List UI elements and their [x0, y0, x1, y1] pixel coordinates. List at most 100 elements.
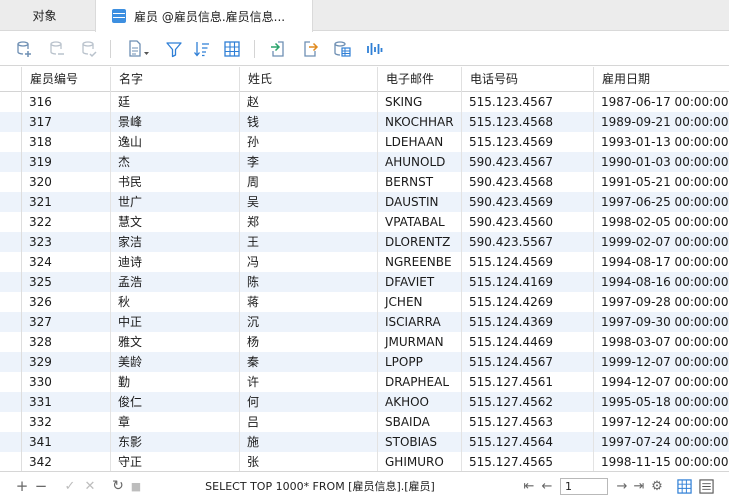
first-page-button[interactable]: ⇤ — [521, 477, 537, 495]
table-cell[interactable]: 328 — [22, 332, 110, 352]
table-cell[interactable]: 320 — [22, 172, 110, 192]
table-cell[interactable]: 1997-07-24 00:00:00 — [593, 432, 729, 452]
table-cell[interactable]: BERNST — [377, 172, 461, 192]
table-cell[interactable]: 1993-01-13 00:00:00 — [593, 132, 729, 152]
table-cell[interactable]: 330 — [22, 372, 110, 392]
row-selector[interactable] — [0, 392, 22, 412]
row-selector[interactable] — [0, 232, 22, 252]
table-row[interactable]: 321 世广吴 DAUSTIN 590.423.4569 1997-06-25 00:0… — [0, 192, 729, 212]
row-selector[interactable] — [0, 252, 22, 272]
table-cell[interactable]: 杰 — [110, 152, 239, 172]
table-row[interactable]: 325 孟浩陈 DFAVIET 515.124.4169 1994-08-16 00:0… — [0, 272, 729, 292]
table-cell[interactable]: 雅文 — [110, 332, 239, 352]
table-cell[interactable]: DLORENTZ — [377, 232, 461, 252]
delete-record-button[interactable] — [46, 38, 68, 60]
delete-row-button[interactable]: − — [33, 477, 49, 495]
table-cell[interactable]: DAUSTIN — [377, 192, 461, 212]
table-cell[interactable]: 1998-03-07 00:00:00 — [593, 332, 729, 352]
table-cell[interactable]: 守正 — [110, 452, 239, 471]
table-cell[interactable]: 1994-12-07 00:00:00 — [593, 372, 729, 392]
row-selector[interactable] — [0, 272, 22, 292]
filter-button[interactable] — [163, 38, 185, 60]
table-row[interactable]: 342 守正张 GHIMURO 515.127.4565 1998-11-15 00:0… — [0, 452, 729, 471]
table-cell[interactable]: 景峰 — [110, 112, 239, 132]
table-cell[interactable]: 吕 — [239, 412, 377, 432]
table-cell[interactable]: 342 — [22, 452, 110, 471]
import-button[interactable] — [267, 38, 289, 60]
table-cell[interactable]: 515.127.4561 — [461, 372, 593, 392]
row-selector[interactable] — [0, 192, 22, 212]
table-cell[interactable]: 秦 — [239, 352, 377, 372]
table-cell[interactable]: 钱 — [239, 112, 377, 132]
form-view-toggle[interactable] — [697, 477, 715, 495]
add-record-button[interactable] — [13, 38, 35, 60]
apply-changes-button[interactable]: ✓ — [62, 477, 78, 495]
settings-button[interactable]: ⚙ — [649, 477, 665, 495]
row-selector[interactable] — [0, 332, 22, 352]
row-selector[interactable] — [0, 292, 22, 312]
table-cell[interactable]: 1999-02-07 00:00:00 — [593, 232, 729, 252]
table-cell[interactable]: 书民 — [110, 172, 239, 192]
table-cell[interactable]: JMURMAN — [377, 332, 461, 352]
table-cell[interactable]: 515.127.4563 — [461, 412, 593, 432]
column-header[interactable]: 雇员编号 — [22, 67, 110, 92]
table-cell[interactable]: 孙 — [239, 132, 377, 152]
table-cell[interactable]: 1997-12-24 00:00:00 — [593, 412, 729, 432]
sort-button[interactable] — [191, 38, 213, 60]
table-cell[interactable]: 341 — [22, 432, 110, 452]
discard-changes-button[interactable]: ✕ — [82, 477, 98, 495]
row-selector[interactable] — [0, 372, 22, 392]
table-cell[interactable]: GHIMURO — [377, 452, 461, 471]
table-cell[interactable]: 515.127.4564 — [461, 432, 593, 452]
table-cell[interactable]: 515.124.4469 — [461, 332, 593, 352]
table-cell[interactable]: JCHEN — [377, 292, 461, 312]
table-cell[interactable]: 逸山 — [110, 132, 239, 152]
table-row[interactable]: 326 秋蒋 JCHEN 515.124.4269 1997-09-28 00:00:0… — [0, 292, 729, 312]
table-cell[interactable]: 515.124.4567 — [461, 352, 593, 372]
table-cell[interactable]: 俊仁 — [110, 392, 239, 412]
table-cell[interactable]: 1997-06-25 00:00:00 — [593, 192, 729, 212]
table-cell[interactable]: ISCIARRA — [377, 312, 461, 332]
table-cell[interactable]: 332 — [22, 412, 110, 432]
table-cell[interactable]: 中正 — [110, 312, 239, 332]
table-cell[interactable]: 1987-06-17 00:00:00 — [593, 92, 729, 112]
table-cell[interactable]: 515.124.4369 — [461, 312, 593, 332]
table-cell[interactable]: 590.423.4560 — [461, 212, 593, 232]
table-row[interactable]: 320 书民周 BERNST 590.423.4568 1991-05-21 00:00… — [0, 172, 729, 192]
table-cell[interactable]: 郑 — [239, 212, 377, 232]
table-cell[interactable]: 329 — [22, 352, 110, 372]
table-cell[interactable]: 东影 — [110, 432, 239, 452]
save-record-button[interactable] — [78, 38, 100, 60]
table-cell[interactable]: 李 — [239, 152, 377, 172]
table-cell[interactable]: 515.123.4567 — [461, 92, 593, 112]
column-header[interactable]: 姓氏 — [239, 67, 377, 92]
table-cell[interactable]: 王 — [239, 232, 377, 252]
table-cell[interactable]: DRAPHEAL — [377, 372, 461, 392]
chart-button[interactable] — [363, 38, 385, 60]
column-header[interactable]: 雇用日期 — [593, 67, 729, 92]
table-cell[interactable]: 迪诗 — [110, 252, 239, 272]
table-cell[interactable]: 廷 — [110, 92, 239, 112]
table-cell[interactable]: LPOPP — [377, 352, 461, 372]
row-selector[interactable] — [0, 92, 22, 112]
table-cell[interactable]: 590.423.4568 — [461, 172, 593, 192]
table-cell[interactable]: 许 — [239, 372, 377, 392]
previous-page-button[interactable]: ← — [539, 477, 555, 495]
table-row[interactable]: 319 杰李 AHUNOLD 590.423.4567 1990-01-03 00:00… — [0, 152, 729, 172]
table-cell[interactable]: STOBIAS — [377, 432, 461, 452]
table-cell[interactable]: 冯 — [239, 252, 377, 272]
table-cell[interactable]: 1997-09-30 00:00:00 — [593, 312, 729, 332]
table-cell[interactable]: 326 — [22, 292, 110, 312]
table-cell[interactable]: 321 — [22, 192, 110, 212]
table-cell[interactable]: 1998-11-15 00:00:00 — [593, 452, 729, 471]
tab-employee-table[interactable]: 雇员 @雇员信息.雇员信息... — [95, 0, 313, 32]
table-cell[interactable]: 318 — [22, 132, 110, 152]
export-button[interactable] — [299, 38, 321, 60]
table-row[interactable]: 324 迪诗冯 NGREENBE 515.124.4569 1994-08-17 00:… — [0, 252, 729, 272]
table-row[interactable]: 341 东影施 STOBIAS 515.127.4564 1997-07-24 00:0… — [0, 432, 729, 452]
table-cell[interactable]: 1997-09-28 00:00:00 — [593, 292, 729, 312]
table-cell[interactable]: 515.124.4269 — [461, 292, 593, 312]
table-cell[interactable]: 1998-02-05 00:00:00 — [593, 212, 729, 232]
table-cell[interactable]: 周 — [239, 172, 377, 192]
table-cell[interactable]: 勤 — [110, 372, 239, 392]
